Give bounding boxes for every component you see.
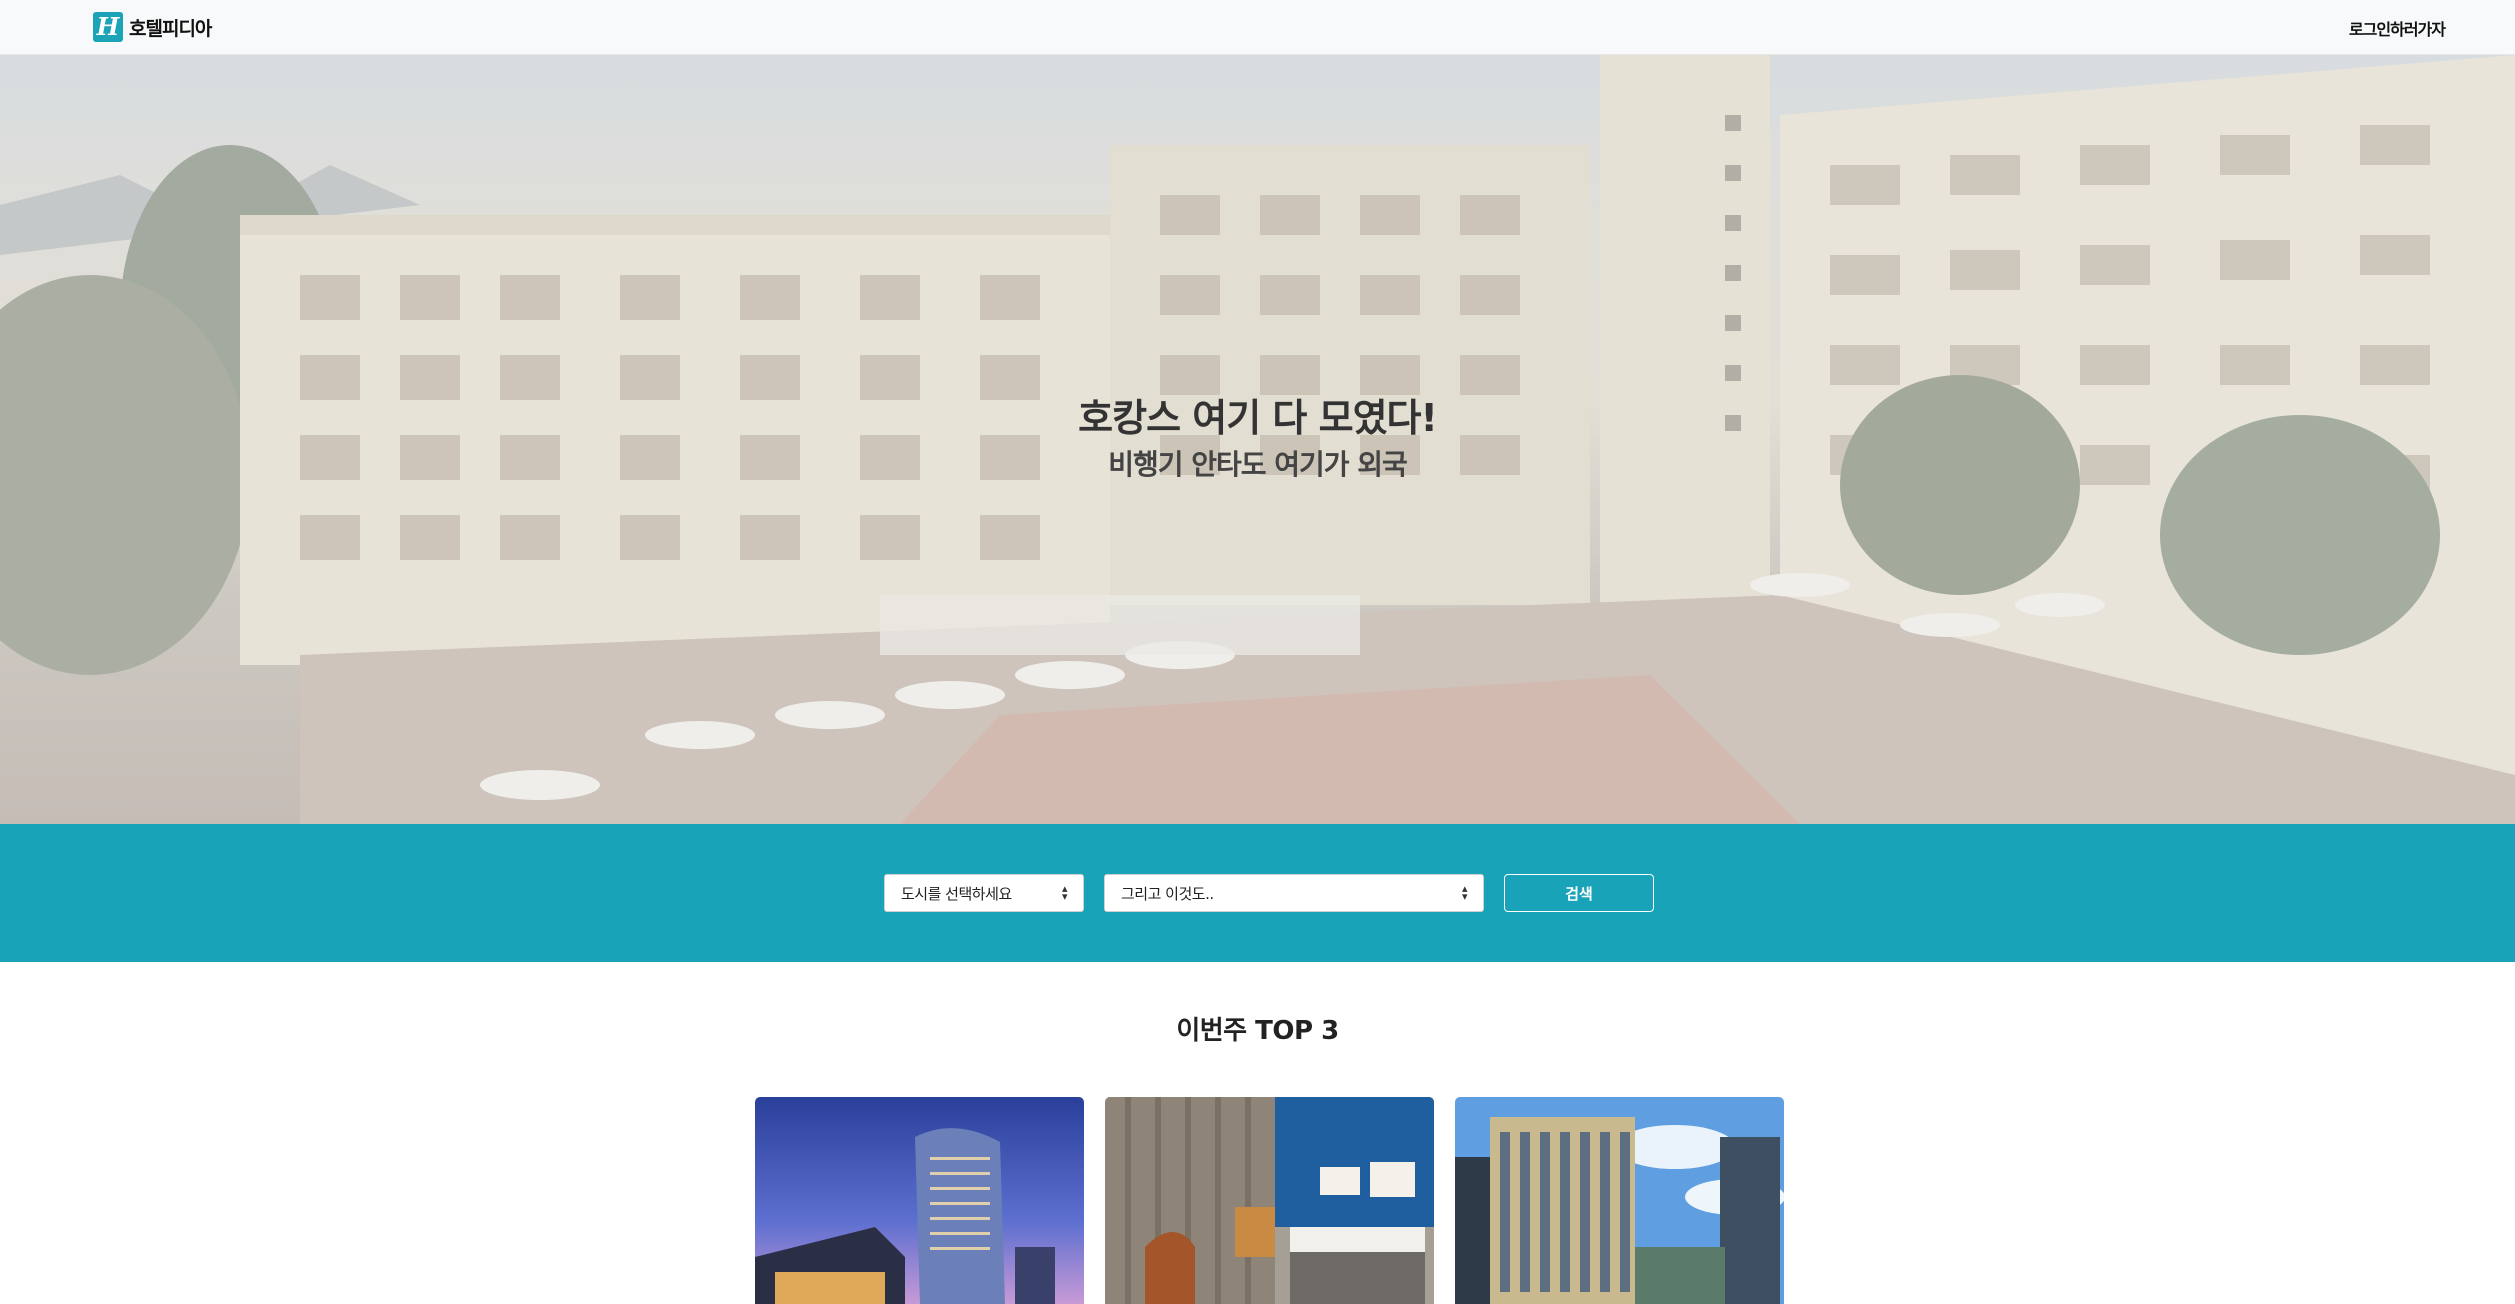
hotel-card-2[interactable] (1105, 1097, 1434, 1304)
extra-option-select[interactable]: 그리고 이것도.. ▴ ▾ (1104, 874, 1484, 912)
hotel-card-3-image (1455, 1097, 1784, 1304)
extra-option-select-value: 그리고 이것도.. (1121, 884, 1214, 903)
top-navbar: H 호텔피디아 로그인하러가자 (0, 0, 2515, 55)
login-link[interactable]: 로그인하러가자 (2349, 16, 2446, 40)
city-select[interactable]: 도시를 선택하세요 ▴ ▾ (884, 874, 1084, 912)
hotel-card-1-image (755, 1097, 1084, 1304)
brand-name: 호텔피디아 (129, 17, 212, 40)
top3-section-title: 이번주 TOP 3 (1176, 1016, 1339, 1046)
hotel-card-3[interactable] (1455, 1097, 1784, 1304)
search-bar: 도시를 선택하세요 ▴ ▾ 그리고 이것도.. ▴ ▾ 검색 (0, 824, 2515, 962)
hero-subtitle: 비행기 안타도 여기가 외국 (1108, 448, 1408, 481)
hotel-card-2-image (1105, 1097, 1434, 1304)
select-caret-icon: ▴ ▾ (1461, 882, 1468, 903)
hero-title: 호캉스 여기 다 모였다! (1078, 396, 1438, 440)
search-button[interactable]: 검색 (1504, 874, 1654, 912)
brand-link[interactable]: H 호텔피디아 (93, 12, 212, 42)
city-select-value: 도시를 선택하세요 (901, 884, 1012, 903)
hotel-h-logo-icon: H (93, 12, 123, 42)
select-caret-icon: ▴ ▾ (1061, 882, 1068, 903)
hotel-card-1[interactable] (755, 1097, 1084, 1304)
hero-banner: 호캉스 여기 다 모였다! 비행기 안타도 여기가 외국 (0, 55, 2515, 824)
